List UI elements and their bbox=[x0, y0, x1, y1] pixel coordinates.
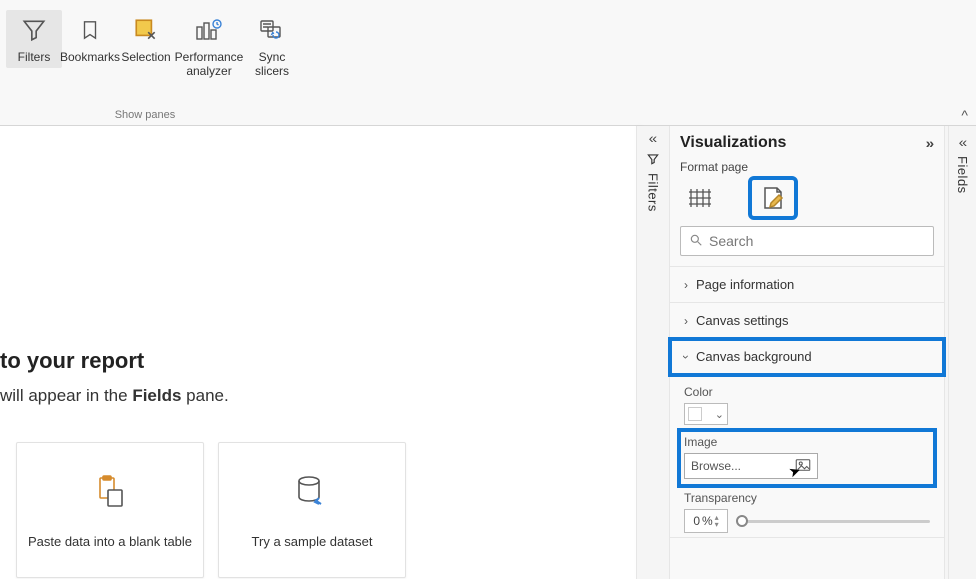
ribbon-sync-label: Sync slicers bbox=[255, 50, 289, 78]
image-browse-button[interactable]: Browse... ➤ bbox=[684, 453, 818, 479]
page-information-section[interactable]: › Page information bbox=[670, 267, 944, 303]
ribbon: Filters Bookmarks Selection Performance … bbox=[0, 0, 976, 126]
image-label: Image bbox=[684, 435, 930, 449]
performance-icon bbox=[193, 14, 225, 46]
selection-icon bbox=[130, 14, 162, 46]
canvas-settings-label: Canvas settings bbox=[696, 313, 789, 328]
transparency-input[interactable]: 0 % ▴▾ bbox=[684, 509, 728, 533]
canvas-background-section[interactable]: › Canvas background bbox=[670, 339, 944, 375]
mode-row bbox=[670, 180, 944, 226]
ribbon-collapse-button[interactable]: ^ bbox=[961, 107, 968, 123]
search-input[interactable]: Search bbox=[680, 226, 934, 256]
workspace: to your report will appear in the Fields… bbox=[0, 126, 976, 579]
format-accordion: › Page information › Canvas settings › C… bbox=[670, 266, 944, 538]
ribbon-bookmarks-button[interactable]: Bookmarks bbox=[62, 10, 118, 68]
sync-slicers-icon bbox=[256, 14, 288, 46]
transparency-field: Transparency 0 % ▴▾ bbox=[684, 491, 930, 533]
fields-tab-label: Fields bbox=[955, 156, 970, 194]
bookmark-icon bbox=[74, 14, 106, 46]
funnel-icon bbox=[18, 14, 50, 46]
visualizations-panel: Visualizations » Format page bbox=[669, 126, 945, 579]
filters-collapsed-tab[interactable]: « Filters bbox=[641, 130, 665, 212]
paste-data-card[interactable]: Paste data into a blank table bbox=[16, 442, 204, 578]
transparency-value: 0 bbox=[693, 514, 700, 528]
color-swatch-box bbox=[688, 407, 702, 421]
chevron-down-icon: › bbox=[679, 355, 693, 359]
report-canvas: to your report will appear in the Fields… bbox=[0, 126, 636, 579]
build-visual-button[interactable] bbox=[680, 180, 722, 216]
report-subline-suffix: pane. bbox=[181, 386, 228, 405]
card-row: Paste data into a blank table Try a samp… bbox=[16, 442, 406, 578]
sample-dataset-card[interactable]: Try a sample dataset bbox=[218, 442, 406, 578]
sample-dataset-label: Try a sample dataset bbox=[252, 534, 373, 549]
expand-right-icon[interactable]: » bbox=[926, 135, 935, 151]
transparency-row: 0 % ▴▾ bbox=[684, 509, 930, 533]
image-field: Image Browse... ➤ bbox=[684, 435, 930, 481]
search-icon bbox=[689, 233, 703, 250]
report-subline-bold: Fields bbox=[132, 386, 181, 405]
format-page-label: Format page bbox=[670, 160, 944, 180]
report-heading: to your report bbox=[0, 348, 144, 374]
ribbon-selection-label: Selection bbox=[121, 50, 170, 64]
canvas-background-label: Canvas background bbox=[696, 349, 812, 364]
visualizations-title: Visualizations bbox=[680, 134, 786, 152]
paste-data-label: Paste data into a blank table bbox=[28, 534, 192, 549]
ribbon-filters-button[interactable]: Filters bbox=[6, 10, 62, 68]
collapse-left-icon: « bbox=[958, 134, 967, 150]
right-panels: « Filters Visualizations » Format page bbox=[636, 126, 976, 579]
report-subline-prefix: will appear in the bbox=[0, 386, 132, 405]
format-page-button[interactable] bbox=[752, 180, 794, 216]
ribbon-group-label: Show panes bbox=[0, 109, 290, 121]
color-field: Color ⌄ bbox=[684, 385, 930, 425]
fields-collapsed-tab[interactable]: « Fields bbox=[948, 126, 976, 579]
color-picker[interactable]: ⌄ bbox=[684, 403, 728, 425]
ribbon-selection-button[interactable]: Selection bbox=[118, 10, 174, 68]
filter-pane-icon bbox=[646, 152, 660, 169]
page-information-label: Page information bbox=[696, 277, 794, 292]
search-placeholder: Search bbox=[709, 233, 753, 249]
visualizations-header: Visualizations » bbox=[670, 126, 944, 160]
slider-thumb[interactable] bbox=[736, 515, 748, 527]
ribbon-sync-button[interactable]: Sync slicers bbox=[244, 10, 300, 82]
database-icon bbox=[292, 472, 332, 512]
clipboard-icon bbox=[90, 472, 130, 512]
report-subline: will appear in the Fields pane. bbox=[0, 386, 229, 406]
ribbon-filters-label: Filters bbox=[18, 50, 51, 64]
ribbon-performance-button[interactable]: Performance analyzer bbox=[174, 10, 244, 82]
ribbon-performance-label: Performance analyzer bbox=[175, 50, 244, 78]
chevron-right-icon: › bbox=[684, 314, 688, 328]
transparency-label: Transparency bbox=[684, 491, 930, 505]
transparency-slider[interactable] bbox=[736, 520, 930, 523]
canvas-settings-section[interactable]: › Canvas settings bbox=[670, 303, 944, 339]
stepper-icon[interactable]: ▴▾ bbox=[715, 514, 719, 528]
color-label: Color bbox=[684, 385, 930, 399]
transparency-unit: % bbox=[702, 514, 713, 528]
canvas-background-body: Color ⌄ Image Browse... bbox=[670, 375, 944, 538]
ribbon-bookmarks-label: Bookmarks bbox=[60, 50, 120, 64]
chevron-right-icon: › bbox=[684, 278, 688, 292]
filters-tab-label: Filters bbox=[646, 173, 661, 212]
browse-label: Browse... bbox=[691, 459, 741, 473]
chevron-down-icon: ⌄ bbox=[715, 408, 724, 421]
collapse-left-icon: « bbox=[649, 130, 658, 146]
